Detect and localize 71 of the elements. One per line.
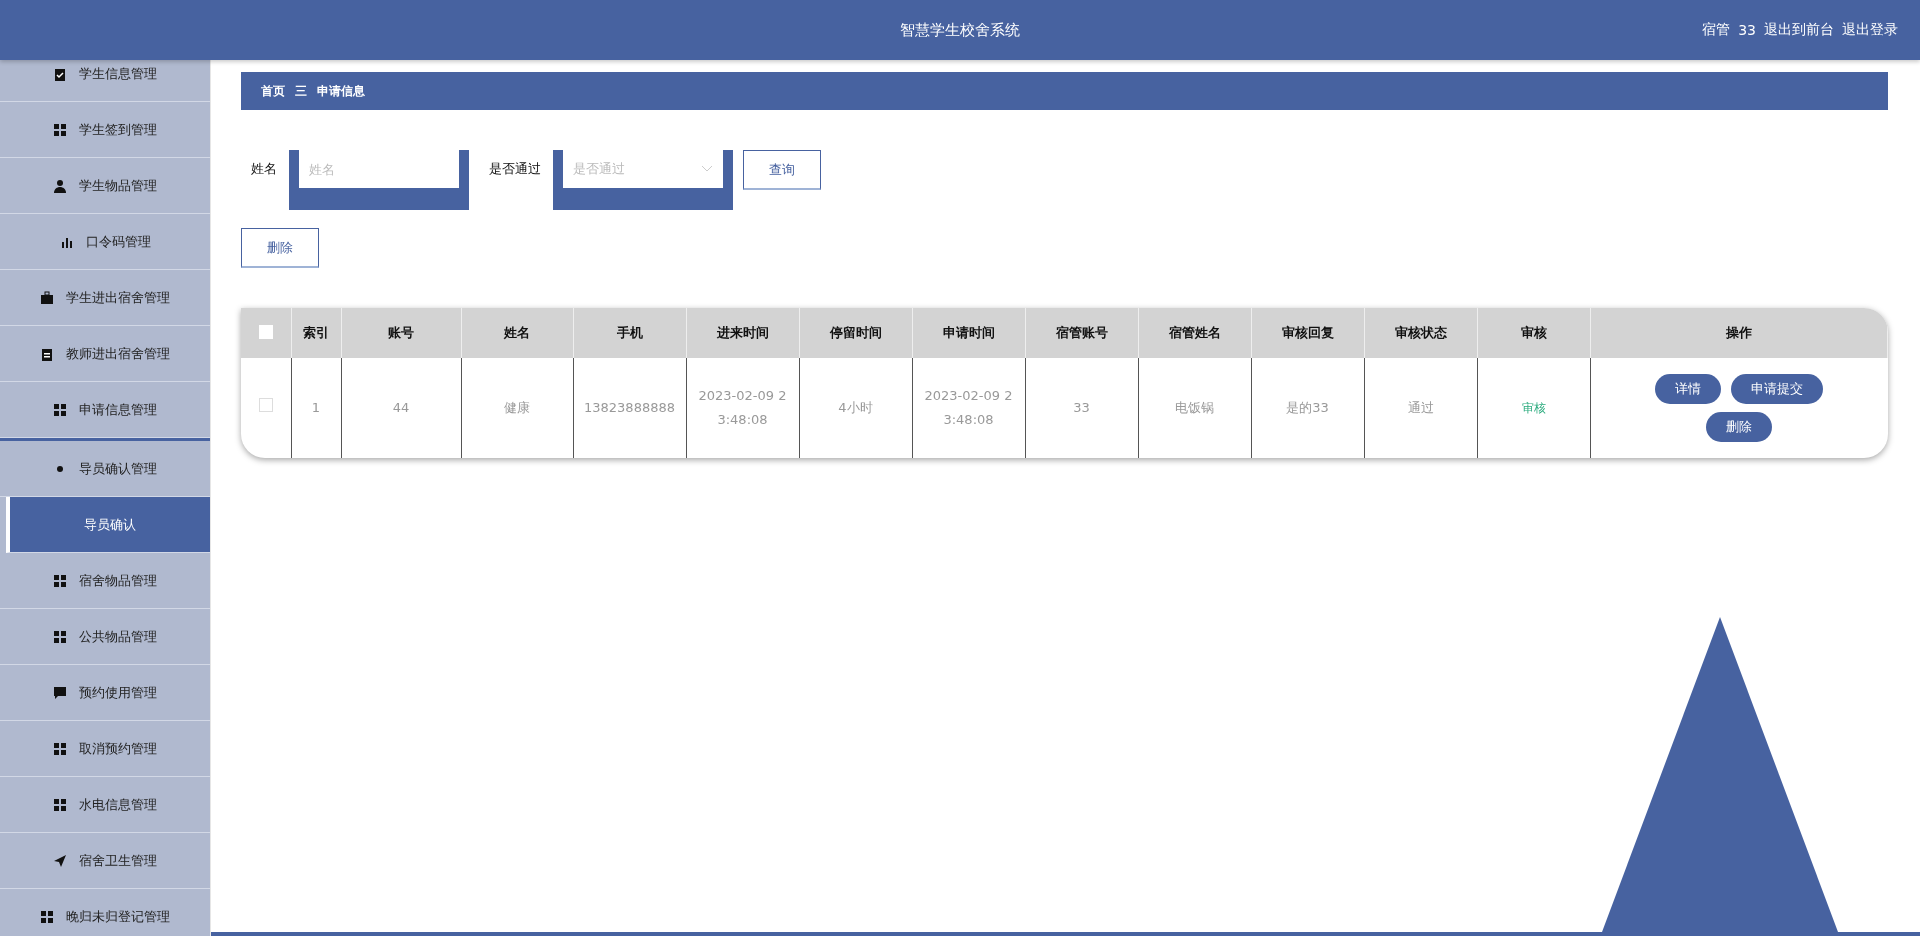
select-all-checkbox[interactable] [258, 324, 273, 339]
sidebar-item[interactable]: 口令码管理 [0, 214, 210, 270]
grid-icon [53, 122, 67, 137]
column-header: 审核回复 [1251, 308, 1364, 358]
column-header: 操作 [1590, 308, 1888, 358]
table-cell: 33 [1025, 358, 1138, 458]
grid-icon [53, 573, 67, 588]
chat-icon [53, 685, 67, 700]
sidebar-item[interactable]: 预约使用管理 [0, 665, 210, 721]
sidebar-item[interactable]: 宿舍卫生管理 [0, 833, 210, 889]
name-field[interactable]: 姓名 [289, 150, 469, 210]
header-link[interactable]: 退出登录 [1842, 21, 1898, 39]
sidebar-item[interactable]: 学生签到管理 [0, 102, 210, 158]
action-button[interactable]: 详情 [1655, 374, 1721, 404]
breadcrumb-item: 首页 [261, 82, 285, 100]
sidebar-item[interactable]: 学生物品管理 [0, 158, 210, 214]
table-cell: 44 [341, 358, 461, 458]
sidebar-item[interactable]: 学生进出宿舍管理 [0, 270, 210, 326]
chevron-down-icon [701, 165, 713, 173]
user-role: 宿管 [1702, 21, 1731, 39]
breadcrumb-separator: 三 [295, 82, 307, 100]
grid-icon [53, 741, 67, 756]
table-cell: 电饭锅 [1138, 358, 1251, 458]
user-name: 33 [1738, 22, 1756, 38]
app-title: 智慧学生校舍系统 [900, 20, 1020, 40]
column-header: 索引 [291, 308, 341, 358]
column-header: 账号 [341, 308, 461, 358]
table-cell: 通过 [1364, 358, 1477, 458]
action-button[interactable]: 申请提交 [1731, 374, 1823, 404]
briefcase-icon [40, 290, 54, 305]
grid-icon [40, 909, 54, 924]
sidebar-item[interactable]: 晚归未归登记管理 [0, 889, 210, 936]
table-cell: 13823888888 [573, 358, 686, 458]
sidebar-item[interactable]: 取消预约管理 [0, 721, 210, 777]
column-header: 停留时间 [799, 308, 912, 358]
clipboard-icon [40, 346, 54, 361]
grid-icon [53, 629, 67, 644]
column-header: 宿管账号 [1025, 308, 1138, 358]
action-button[interactable]: 删除 [1706, 412, 1772, 442]
field-label: 是否通过 [489, 160, 541, 178]
clipboard-check-icon [53, 66, 67, 81]
row-checkbox[interactable] [258, 398, 273, 412]
sidebar-item[interactable]: 公共物品管理 [0, 609, 210, 665]
table-cell: 4小时 [799, 358, 912, 458]
sidebar-item[interactable]: 申请信息管理 [0, 382, 210, 438]
send-icon [53, 853, 67, 868]
grid-icon [53, 402, 67, 417]
sidebar-item[interactable]: 教师进出宿舍管理 [0, 326, 210, 382]
query-button[interactable]: 查询 [743, 150, 821, 190]
column-header: 手机 [573, 308, 686, 358]
sidebar-item[interactable]: 水电信息管理 [0, 777, 210, 833]
column-header: 审核 [1477, 308, 1590, 358]
column-header: 姓名 [461, 308, 573, 358]
sidebar-item[interactable]: 宿舍物品管理 [0, 553, 210, 609]
table-cell: 是的33 [1251, 358, 1364, 458]
table-cell: 2023-02-09 23:48:08 [686, 358, 799, 458]
sidebar-subitem[interactable]: 导员确认 [6, 497, 210, 553]
table-cell: 健康 [461, 358, 573, 458]
column-header: 宿管姓名 [1138, 308, 1251, 358]
delete-button[interactable]: 删除 [241, 228, 319, 268]
table-cell: 1 [291, 358, 341, 458]
column-header: 进来时间 [686, 308, 799, 358]
table-cell: 2023-02-09 23:48:08 [912, 358, 1025, 458]
column-header: 申请时间 [912, 308, 1025, 358]
grid-icon [53, 797, 67, 812]
breadcrumb-item: 申请信息 [317, 82, 365, 100]
header-link[interactable]: 退出到前台 [1764, 21, 1834, 39]
user-icon [53, 178, 67, 193]
column-header: 审核状态 [1364, 308, 1477, 358]
sidebar-item[interactable]: 学生信息管理 [0, 60, 210, 102]
field-label: 姓名 [251, 160, 277, 178]
